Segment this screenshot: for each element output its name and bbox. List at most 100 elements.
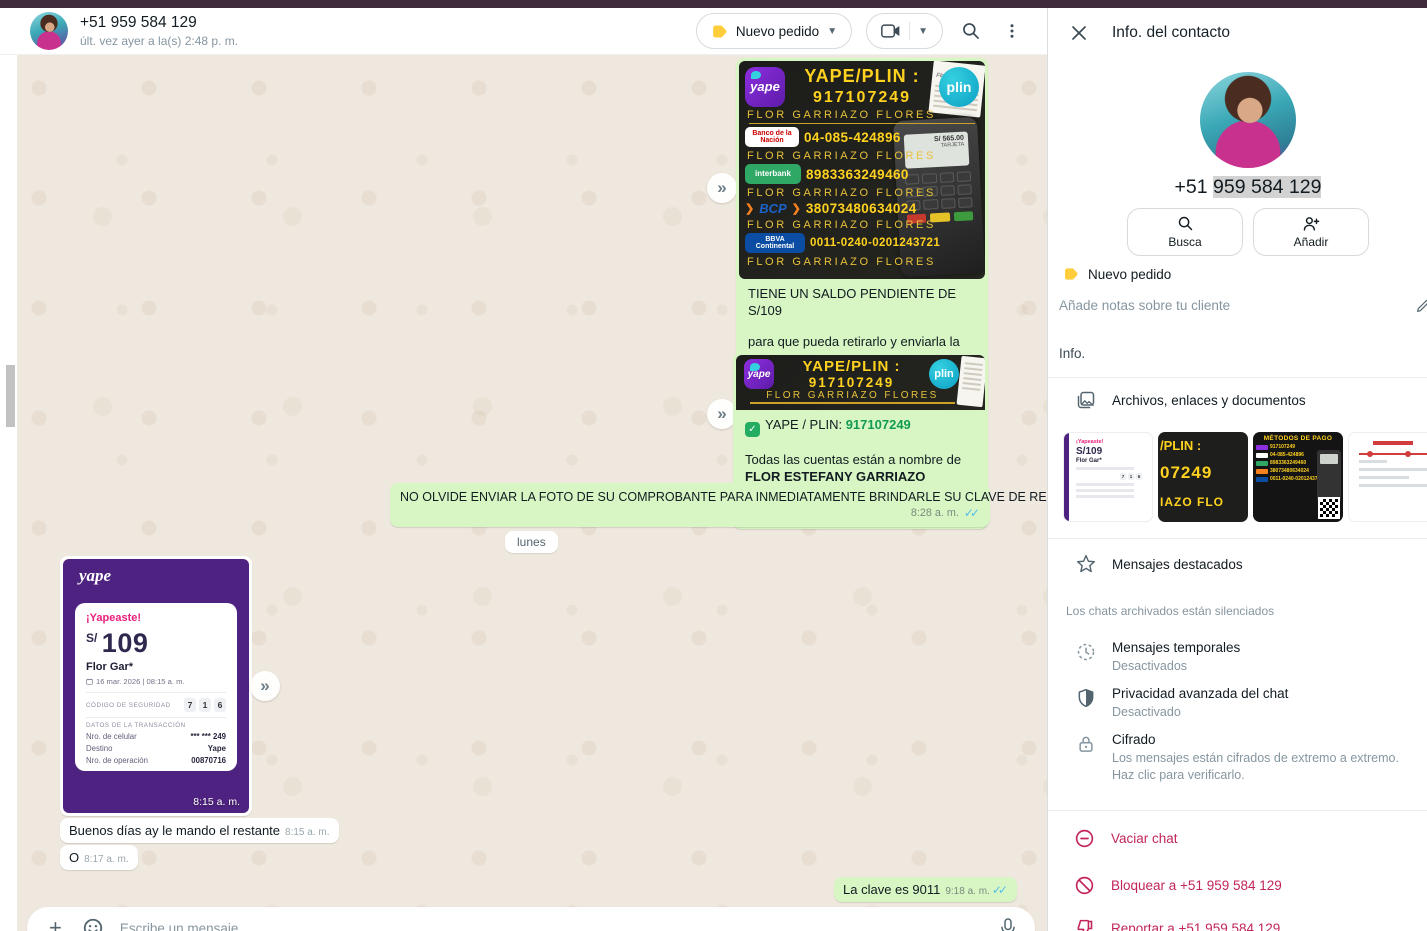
contact-avatar[interactable] [30, 12, 68, 50]
transaction-label: DATOS DE LA TRANSACCIÓN [86, 722, 226, 729]
check-mark-icon: ✓ [745, 422, 760, 437]
chevron-down-icon: ▼ [827, 26, 837, 37]
forward-message-button[interactable]: » [707, 173, 737, 203]
search-in-chat-icon[interactable] [957, 17, 985, 45]
bbva-logo: BBVA Continental [745, 233, 805, 253]
payment-methods-image[interactable]: Floower sto S/ 565.00 TARJETA yape YAPE/… [739, 61, 985, 279]
archived-chats-note: Los chats archivados están silenciados [1066, 604, 1274, 618]
info-section-label: Info. [1059, 346, 1085, 361]
media-gallery-icon [1076, 390, 1096, 410]
payer-name: Flor Gar* [86, 661, 226, 673]
row-label: Bloquear a +51 959 584 129 [1111, 878, 1282, 893]
outgoing-text-message[interactable]: NO OLVIDE ENVIAR LA FOTO DE SU COMPROBAN… [390, 483, 990, 527]
row-label: Archivos, enlaces y documentos [1112, 393, 1306, 408]
row-label: Reportar a +51 959 584 129 [1111, 921, 1280, 931]
message-input[interactable] [118, 920, 995, 931]
account-number: 38073480634024 [806, 201, 917, 216]
row-title: Mensajes temporales [1112, 640, 1240, 655]
new-order-button[interactable]: Nuevo pedido ▼ [696, 13, 852, 49]
encryption-row[interactable]: Cifrado Los mensajes están cifrados de e… [1048, 732, 1427, 784]
row-subtitle: Desactivados [1112, 658, 1240, 675]
poster-title: YAPE/PLIN : [780, 358, 923, 375]
chevron-down-icon: ▼ [918, 26, 928, 37]
report-contact-row[interactable]: Reportar a +51 959 584 129 [1048, 918, 1427, 931]
store-receipt-graphic [957, 356, 985, 407]
incoming-image-message[interactable]: yape ¡Yapeaste! S/ 109 Flor Gar* 16 mar.… [60, 556, 252, 816]
caption-line: TIENE UN SALDO PENDIENTE DE S/109 [748, 285, 976, 319]
media-thumbnail-yape-receipt[interactable]: ¡Yapeaste! S/109 Flor Gar* 716 [1063, 432, 1153, 522]
yape-logo: yape [79, 566, 111, 586]
qr-code-graphic [1318, 497, 1340, 519]
account-number: 0011-0240-0201243721 [810, 237, 940, 249]
timer-icon [1076, 642, 1096, 675]
incoming-text-message[interactable]: Buenos días ay le mando el restante 8:15 … [60, 818, 339, 843]
yape-app-icon: yape [745, 67, 785, 107]
chat-list-edge [0, 55, 17, 931]
message-time: 8:17 a. m. [84, 854, 128, 865]
media-thumbnail-plin-banner[interactable]: /PLIN : 07249 IAZO FLO [1158, 432, 1248, 522]
menu-kebab-icon[interactable] [999, 17, 1025, 45]
disappearing-messages-row[interactable]: Mensajes temporales Desactivados [1048, 640, 1427, 675]
message-text: Buenos días ay le mando el restante [69, 823, 280, 838]
microphone-icon[interactable] [995, 913, 1021, 931]
advanced-chat-privacy-row[interactable]: Privacidad avanzada del chat Desactivado [1048, 686, 1427, 721]
add-contact-button[interactable]: Añadir [1253, 208, 1369, 256]
close-panel-icon[interactable] [1066, 20, 1092, 46]
message-time: 9:18 a. m. [945, 886, 989, 897]
poster-phone: 917107249 [780, 375, 923, 390]
search-contact-button[interactable]: Busca [1127, 208, 1243, 256]
account-owner: FLOR GARRIAZO FLORES [739, 148, 985, 163]
contact-phone-number[interactable]: +51 959 584 129 [1048, 176, 1427, 199]
last-seen-status: últ. vez ayer a la(s) 2:48 p. m. [80, 34, 696, 48]
clear-chat-row[interactable]: Vaciar chat [1048, 828, 1427, 849]
security-code-label: CÓDIGO DE SEGURIDAD [86, 702, 171, 709]
row-label: Vaciar chat [1111, 831, 1178, 846]
starred-messages-row[interactable]: Mensajes destacados [1048, 554, 1427, 574]
media-thumbnail-tracking-doc[interactable] [1348, 432, 1427, 522]
outgoing-text-message[interactable]: La clave es 90119:18 a. m.✓✓ [834, 877, 1017, 902]
edit-pencil-icon[interactable] [1415, 298, 1427, 314]
shield-icon [1076, 688, 1096, 721]
video-call-button[interactable]: ▼ [866, 13, 943, 49]
caption-line: Todas las cuentas están a nombre de [745, 451, 976, 468]
yape-receipt-image[interactable]: yape ¡Yapeaste! S/ 109 Flor Gar* 16 mar.… [63, 559, 249, 813]
plin-app-icon: plin [929, 359, 959, 389]
currency: S/ [86, 631, 97, 645]
contact-name: +51 959 584 129 [80, 14, 696, 32]
order-label-chip[interactable]: Nuevo pedido [1063, 266, 1171, 282]
read-ticks-icon: ✓✓ [992, 883, 1008, 897]
divider [909, 22, 910, 40]
message-time: 8:15 a. m. [285, 827, 329, 838]
date-divider: lunes [505, 531, 558, 553]
selected-text: 959 584 129 [1213, 176, 1321, 198]
media-thumbnail-payment-methods[interactable]: MÉTODOS DE PAGO 917107249 04-085-424896 … [1253, 432, 1343, 522]
video-camera-icon [881, 23, 901, 39]
contact-profile-photo[interactable] [1200, 72, 1296, 168]
chat-header: +51 959 584 129 últ. vez ayer a la(s) 2:… [0, 8, 1047, 55]
message-time: 8:15 a. m. [193, 796, 240, 808]
pos-terminal-graphic [1317, 450, 1341, 502]
account-number: 8983363249460 [806, 167, 909, 182]
contact-summary[interactable]: +51 959 584 129 últ. vez ayer a la(s) 2:… [80, 14, 696, 48]
attach-plus-button[interactable]: + [43, 916, 68, 931]
label-tag-icon [1063, 266, 1079, 282]
block-contact-row[interactable]: Bloquear a +51 959 584 129 [1048, 875, 1427, 896]
media-links-docs-row[interactable]: Archivos, enlaces y documentos [1048, 390, 1427, 410]
panel-title: Info. del contacto [1112, 24, 1230, 42]
client-notes-field[interactable]: Añade notas sobre tu cliente [1059, 298, 1230, 313]
forward-message-button[interactable]: » [250, 671, 280, 701]
minus-circle-icon [1074, 828, 1095, 849]
account-owner: FLOR GARRIAZO FLORES [739, 185, 985, 200]
interbank-logo: interbank [745, 164, 801, 184]
receipt-title: ¡Yapeaste! [86, 612, 226, 624]
incoming-text-message[interactable]: O8:17 a. m. [60, 845, 138, 870]
yape-plin-banner-image[interactable]: yape YAPE/PLIN : 917107249 plin FLOR GAR… [736, 355, 985, 410]
emoji-icon[interactable] [78, 913, 108, 931]
account-owner: FLOR GARRIAZO FLORES [750, 390, 955, 404]
chat-list-scrollbar[interactable] [6, 365, 15, 427]
row-subtitle: Los mensajes están cifrados de extremo a… [1112, 750, 1412, 784]
row-title: Privacidad avanzada del chat [1112, 686, 1288, 701]
new-order-label: Nuevo pedido [736, 24, 819, 39]
payment-phone: 917107249 [846, 417, 911, 432]
banco-nacion-logo: Banco de la Nación [745, 127, 799, 147]
